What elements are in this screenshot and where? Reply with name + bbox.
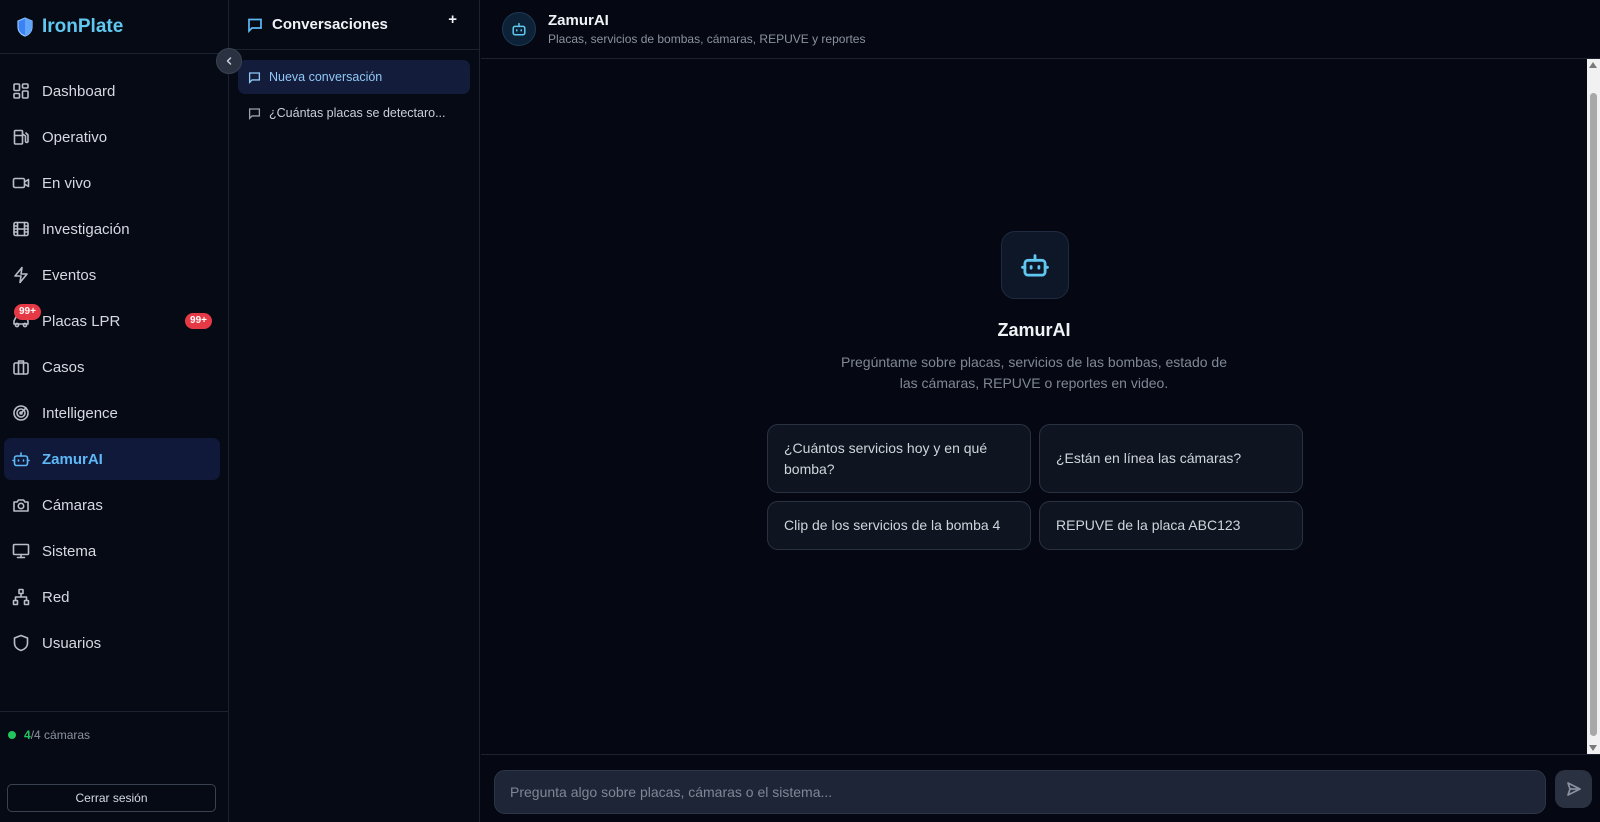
scroll-thumb[interactable] (1590, 93, 1597, 736)
sidebar-item-label: ZamurAI (42, 450, 103, 468)
online-dot-icon (8, 731, 16, 739)
network-icon (12, 588, 30, 606)
monitor-icon (12, 543, 30, 559)
sidebar-item-placas-lpr[interactable]: Placas LPR 99+ 99+ (4, 300, 220, 342)
count-badge: 99+ (185, 313, 212, 329)
radar-icon (13, 405, 29, 421)
sidebar-item-red[interactable]: Red (4, 576, 220, 618)
sidebar-item-label: Investigación (42, 220, 130, 238)
scroll-down-arrow-icon[interactable] (1589, 745, 1597, 751)
suggestion-card[interactable]: Clip de los servicios de la bomba 4 (767, 501, 1031, 550)
camera-total-text: /4 cámaras (30, 728, 91, 742)
send-icon (1566, 782, 1581, 796)
send-button[interactable] (1555, 770, 1592, 808)
message-square-icon (248, 71, 261, 84)
sidebar-item-label: Cámaras (42, 496, 103, 514)
camera-status: 4 /4 cámaras (8, 728, 90, 742)
chat-subtitle: Placas, servicios de bombas, cámaras, RE… (548, 32, 866, 46)
divider (0, 711, 229, 712)
sidebar-item-label: Eventos (42, 266, 97, 284)
briefcase-icon (13, 360, 29, 375)
conversations-panel: Conversaciones + Nueva conversación ¿Cuá… (229, 0, 480, 822)
hero-description: Pregúntame sobre placas, servicios de la… (841, 354, 1227, 391)
sidebar-item-usuarios[interactable]: Usuarios (4, 622, 220, 664)
sidebar-item-investigacion[interactable]: Investigación (4, 208, 220, 250)
sidebar-item-label: Sistema (42, 542, 97, 560)
hero-bot-badge (1001, 231, 1069, 299)
chat-main: ZamurAI Placas, servicios de bombas, cám… (481, 0, 1600, 822)
conversations-header: Conversaciones + (229, 0, 479, 50)
sidebar-item-label: Intelligence (42, 404, 118, 422)
bot-icon (12, 452, 30, 467)
chat-title: ZamurAI (548, 12, 609, 29)
sidebar-item-dashboard[interactable]: Dashboard (4, 70, 220, 112)
lightning-icon (14, 266, 28, 284)
logout-button[interactable]: Cerrar sesión (7, 784, 216, 812)
shield-icon (13, 634, 29, 652)
sidebar-item-camaras[interactable]: Cámaras (4, 484, 220, 526)
chat-scrollbar[interactable] (1587, 59, 1600, 754)
chevron-left-icon (226, 57, 232, 65)
message-square-icon (248, 107, 261, 120)
bot-icon (512, 22, 526, 36)
conversation-item[interactable]: ¿Cuántas placas se detectaro... (238, 96, 470, 130)
sidebar-item-label: Dashboard (42, 82, 116, 100)
sidebar-item-label: En vivo (42, 174, 92, 192)
fuel-pump-icon (13, 129, 29, 145)
conversation-label: Nueva conversación (269, 70, 383, 84)
bot-avatar (502, 12, 536, 46)
sidebar-item-label: Operativo (42, 128, 108, 146)
scroll-up-arrow-icon[interactable] (1589, 62, 1597, 68)
composer (481, 754, 1600, 822)
hero-title: ZamurAI (997, 320, 1071, 340)
video-icon (12, 177, 30, 189)
sidebar-item-en-vivo[interactable]: En vivo (4, 162, 220, 204)
message-square-icon (248, 18, 262, 33)
chat-input[interactable] (494, 770, 1546, 814)
camera-online-count: 4 (24, 728, 31, 742)
conversations-title: Conversaciones (272, 16, 388, 33)
conversation-list: Nueva conversación ¿Cuántas placas se de… (229, 50, 479, 130)
sidebar-item-label: Casos (42, 358, 85, 376)
sidebar-item-sistema[interactable]: Sistema (4, 530, 220, 572)
shield-logo-icon (17, 16, 33, 37)
sidebar-nav: Dashboard Operativo En vivo Investigació… (4, 70, 220, 668)
conversation-item[interactable]: Nueva conversación (238, 60, 470, 94)
bot-icon (1021, 254, 1049, 277)
suggestion-card[interactable]: ¿Cuántos servicios hoy y en qué bomba? (767, 424, 1031, 493)
dashboard-icon (13, 83, 29, 99)
film-icon (13, 221, 29, 237)
sidebar-item-label: Usuarios (42, 634, 102, 652)
chat-header: ZamurAI Placas, servicios de bombas, cám… (481, 0, 1600, 59)
sidebar-item-casos[interactable]: Casos (4, 346, 220, 388)
sidebar-item-zamurai[interactable]: ZamurAI (4, 438, 220, 480)
collapse-sidebar-button[interactable] (216, 48, 242, 74)
brand-name: IronPlate (42, 15, 124, 37)
camera-icon (13, 499, 29, 512)
sidebar-item-label: Placas LPR (42, 312, 121, 330)
sidebar-item-operativo[interactable]: Operativo (4, 116, 220, 158)
conversation-label: ¿Cuántas placas se detectaro... (269, 106, 446, 120)
new-conversation-button[interactable]: + (448, 11, 457, 28)
brand[interactable]: IronPlate (0, 0, 228, 54)
suggestion-card[interactable]: ¿Están en línea las cámaras? (1039, 424, 1303, 493)
sidebar: IronPlate Dashboard Operativo En vivo In… (0, 0, 229, 822)
sidebar-item-label: Red (42, 588, 70, 606)
notification-badge: 99+ (14, 304, 41, 320)
sidebar-item-eventos[interactable]: Eventos (4, 254, 220, 296)
sidebar-item-intelligence[interactable]: Intelligence (4, 392, 220, 434)
suggestion-card[interactable]: REPUVE de la placa ABC123 (1039, 501, 1303, 550)
